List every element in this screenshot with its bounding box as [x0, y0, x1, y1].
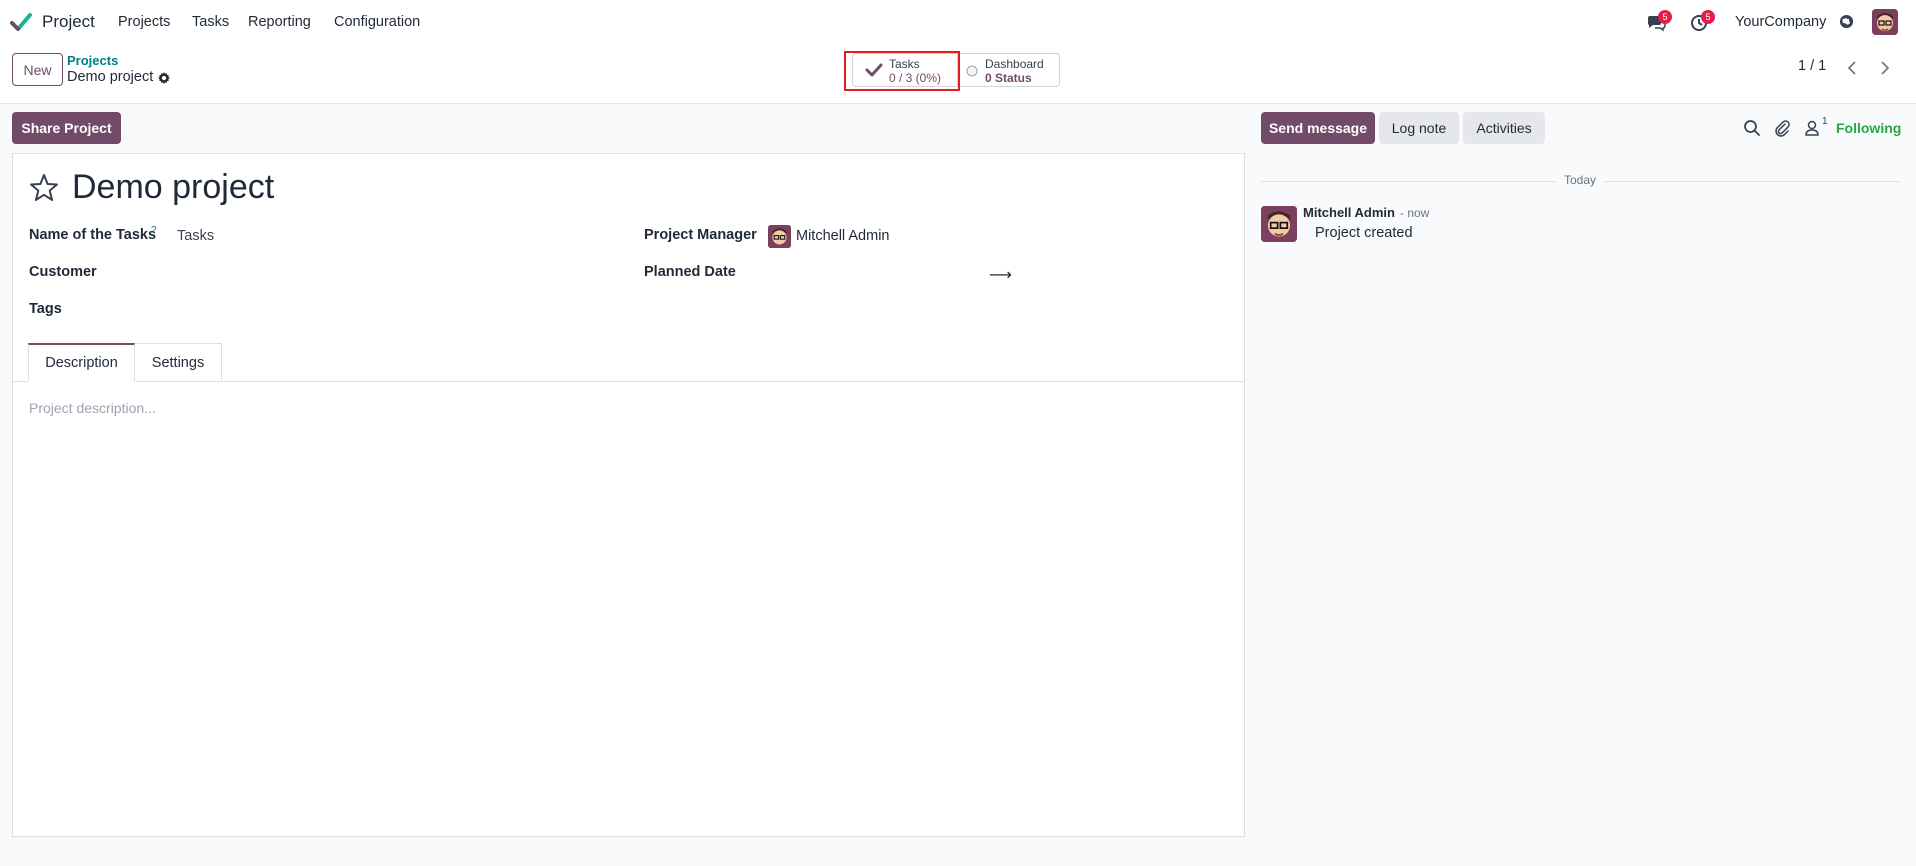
activities-badge: 5: [1701, 10, 1715, 24]
gear-icon[interactable]: [157, 71, 171, 85]
tasks-smart-button[interactable]: Tasks 0 / 3 (0%): [852, 53, 958, 87]
messages-badge: 5: [1658, 10, 1672, 24]
project-manager-value[interactable]: Mitchell Admin: [796, 228, 889, 244]
control-panel: New Projects Demo project Tasks 0 / 3 (0…: [0, 44, 1916, 104]
top-navbar: Project Projects Tasks Reporting Configu…: [0, 0, 1916, 44]
search-icon[interactable]: [1743, 119, 1761, 137]
breadcrumb-current: Demo project: [67, 69, 154, 85]
dashboard-smart-button[interactable]: Dashboard 0 Status: [958, 53, 1060, 87]
user-avatar[interactable]: [1872, 9, 1898, 35]
date-range-arrow-icon: ⟶: [989, 267, 1012, 284]
dashboard-smart-value: 0 Status: [985, 71, 1032, 85]
help-tooltip-marker[interactable]: ?: [151, 225, 157, 236]
name-of-tasks-input[interactable]: Tasks: [177, 228, 214, 244]
menu-projects[interactable]: Projects: [118, 14, 170, 30]
follower-count: 1: [1822, 116, 1828, 127]
customer-label: Customer: [29, 264, 97, 280]
chevron-right-icon: [1881, 61, 1890, 75]
project-manager-avatar[interactable]: [768, 225, 791, 248]
activities-button[interactable]: Activities: [1463, 112, 1545, 144]
pager-previous-button[interactable]: [1839, 55, 1865, 81]
chevron-left-icon: [1847, 61, 1856, 75]
project-app-logo-icon[interactable]: [10, 11, 32, 33]
send-message-button[interactable]: Send message: [1261, 112, 1375, 144]
pager-value[interactable]: 1 / 1: [1798, 58, 1826, 74]
name-of-tasks-label: Name of the Tasks: [29, 227, 157, 243]
breadcrumb-projects[interactable]: Projects: [67, 53, 118, 68]
form-sheet: [12, 153, 1245, 837]
message-author[interactable]: Mitchell Admin: [1303, 205, 1395, 220]
message-author-avatar[interactable]: [1261, 206, 1297, 242]
followers-user-icon[interactable]: [1803, 119, 1821, 137]
message-time: - now: [1400, 206, 1430, 220]
paperclip-icon[interactable]: [1773, 119, 1791, 137]
form-tabs: Description Settings: [12, 343, 1245, 382]
tab-description[interactable]: Description: [28, 343, 135, 382]
check-icon: [865, 63, 883, 77]
tags-label: Tags: [29, 301, 62, 317]
message-body: Project created: [1315, 225, 1413, 241]
following-button[interactable]: Following: [1836, 120, 1901, 136]
date-separator-label: Today: [1556, 173, 1605, 187]
dashboard-smart-label: Dashboard: [985, 57, 1044, 71]
new-button[interactable]: New: [12, 53, 63, 86]
log-note-button[interactable]: Log note: [1379, 112, 1459, 144]
tab-settings[interactable]: Settings: [135, 343, 222, 382]
company-switcher[interactable]: YourCompany: [1735, 14, 1826, 30]
menu-reporting[interactable]: Reporting: [248, 14, 311, 30]
status-circle-icon: [966, 65, 978, 77]
pager-next-button[interactable]: [1872, 55, 1898, 81]
tasks-smart-value: 0 / 3 (0%): [889, 71, 942, 85]
globe-icon[interactable]: [1839, 14, 1854, 29]
menu-tasks[interactable]: Tasks: [192, 14, 229, 30]
project-title[interactable]: Demo project: [72, 168, 274, 207]
menu-configuration[interactable]: Configuration: [334, 14, 420, 30]
tasks-smart-label: Tasks: [889, 57, 920, 71]
project-description-field[interactable]: Project description...: [29, 400, 156, 416]
project-manager-label: Project Manager: [644, 227, 757, 243]
share-project-button[interactable]: Share Project: [12, 112, 121, 144]
app-name[interactable]: Project: [42, 12, 95, 32]
planned-date-label: Planned Date: [644, 264, 736, 280]
favorite-star-icon[interactable]: [28, 172, 60, 204]
